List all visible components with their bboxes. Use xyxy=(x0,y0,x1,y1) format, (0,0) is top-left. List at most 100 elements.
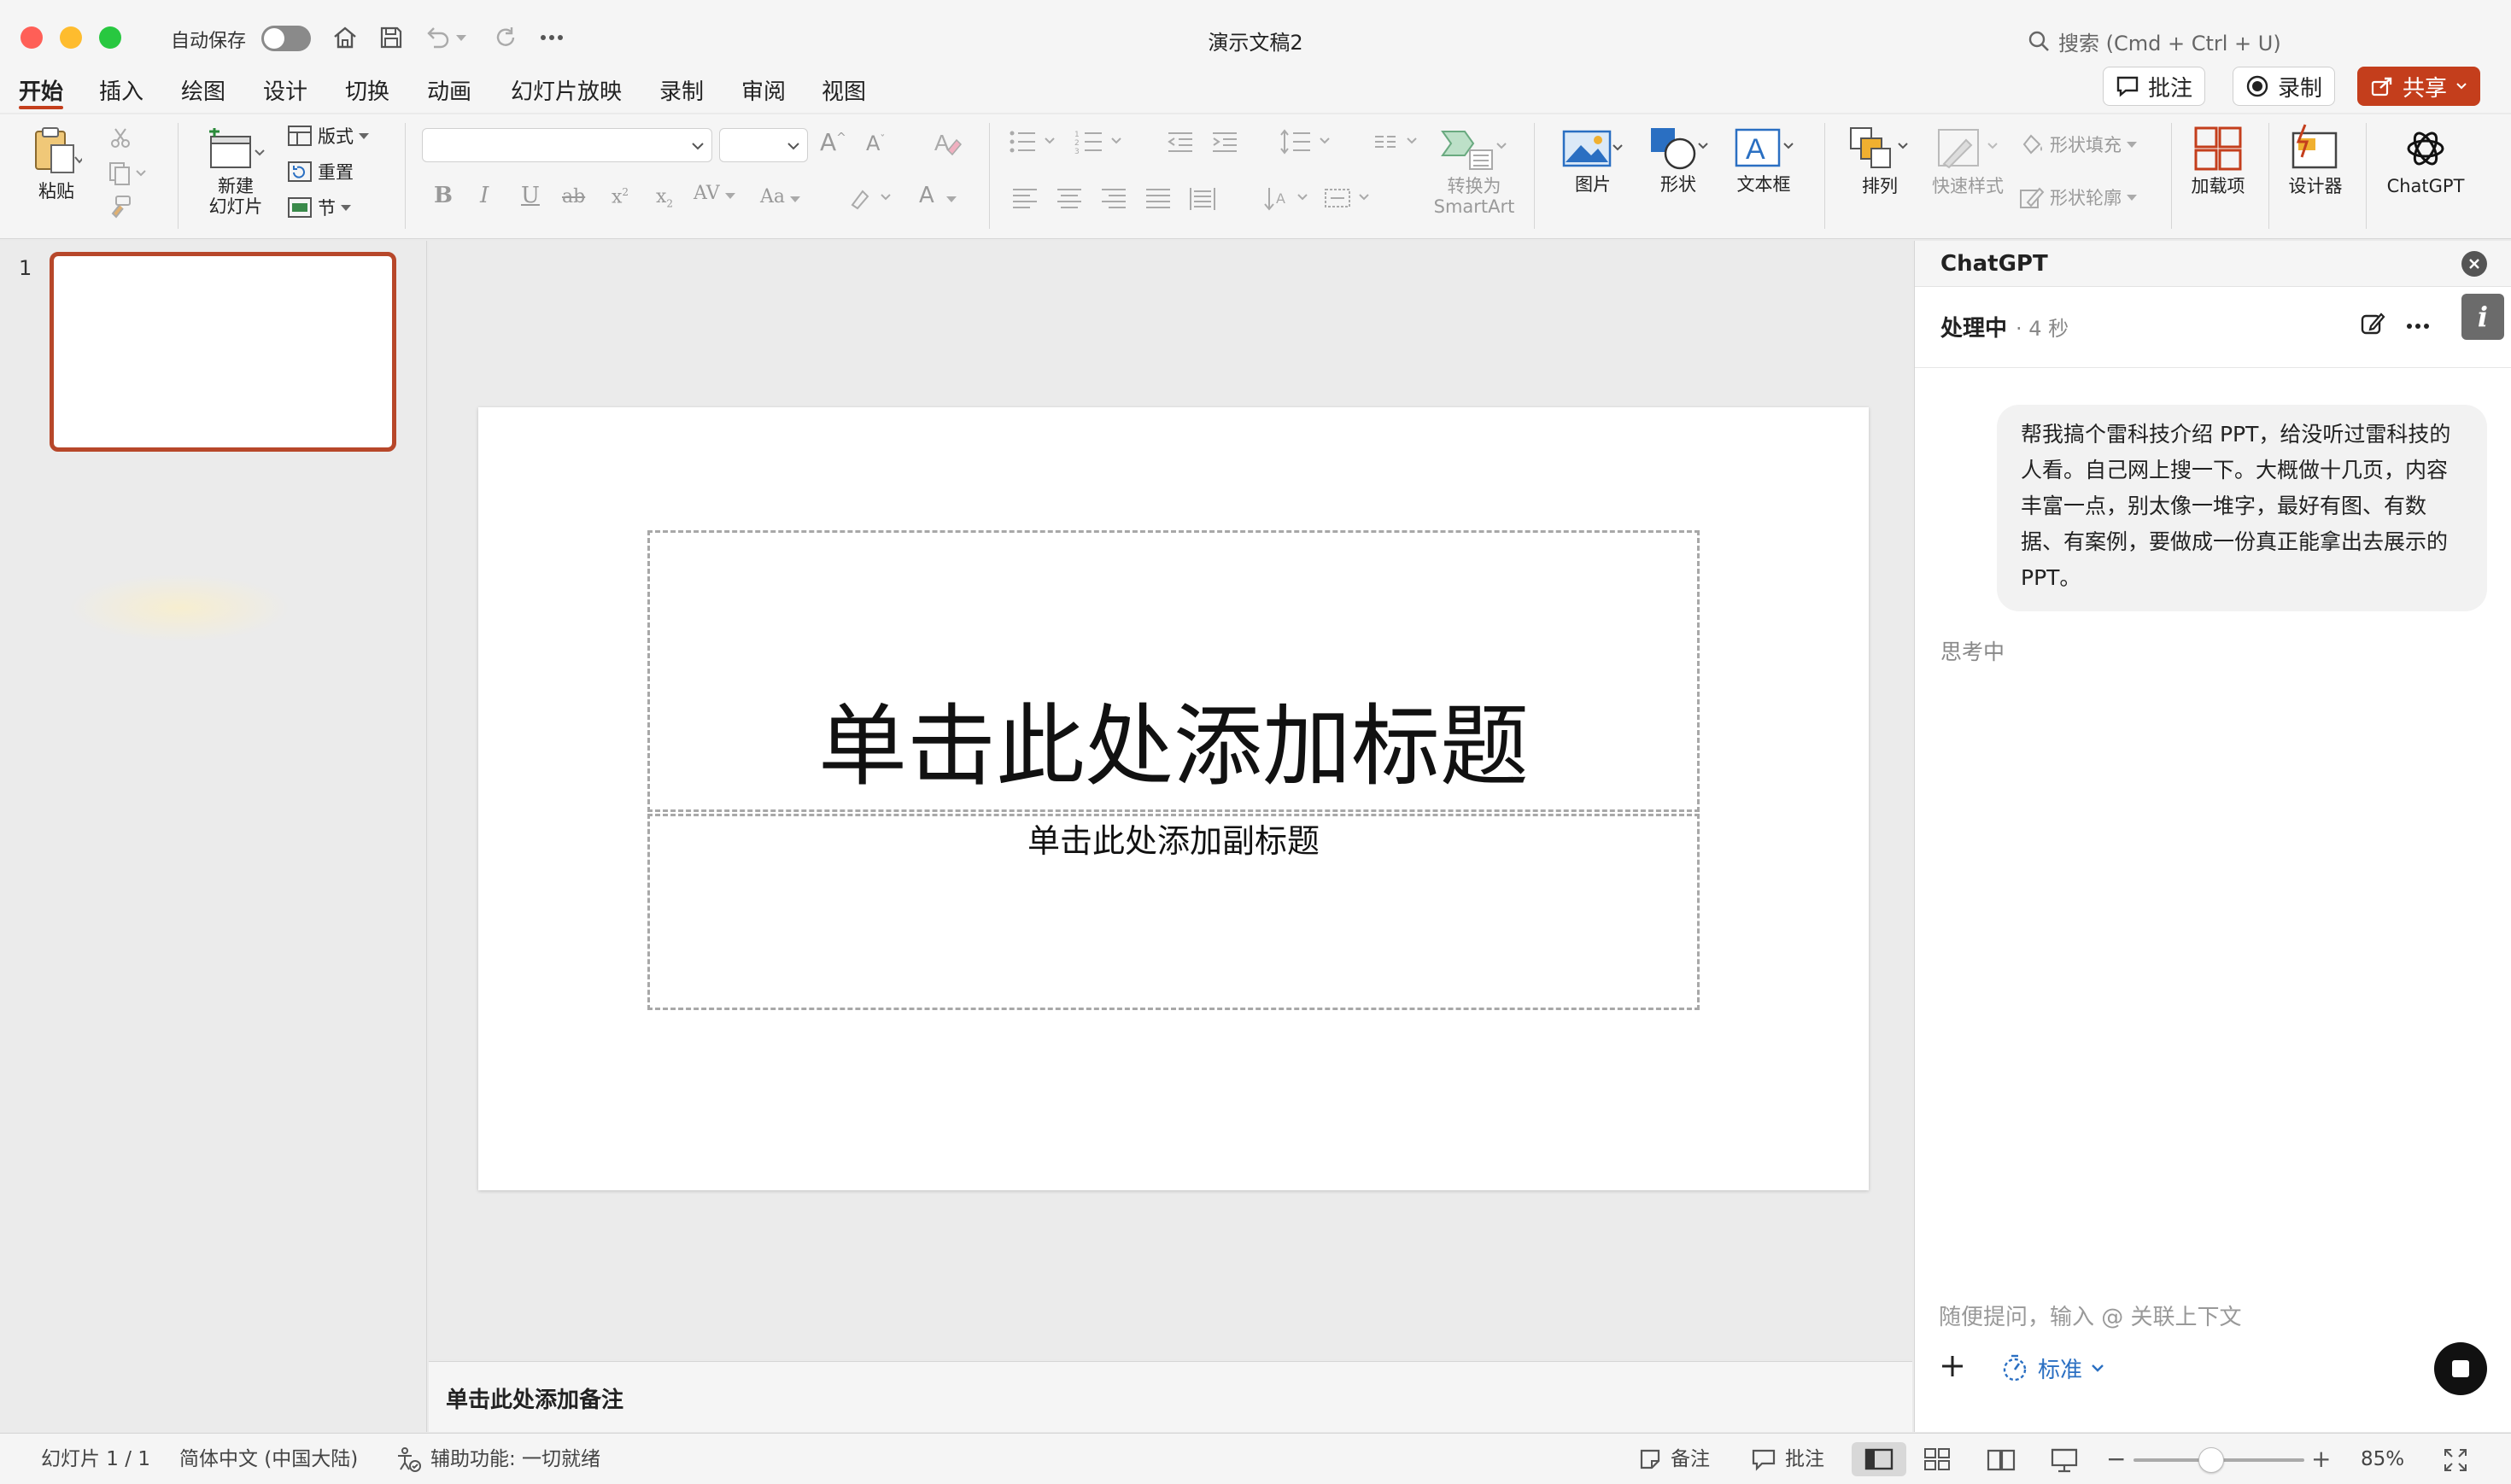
close-window-button[interactable] xyxy=(20,26,43,49)
share-button[interactable]: 共享 xyxy=(2357,67,2481,106)
shape-fill-button[interactable]: 形状填充 xyxy=(2019,131,2137,157)
highlight-icon[interactable] xyxy=(849,184,893,210)
align-text-icon[interactable] xyxy=(1322,184,1378,212)
italic-icon[interactable]: I xyxy=(480,183,489,208)
tab-draw[interactable]: 绘图 xyxy=(181,72,225,113)
tab-design[interactable]: 设计 xyxy=(263,72,307,113)
zoom-in-button[interactable]: + xyxy=(2311,1447,2331,1471)
character-spacing-icon[interactable]: AV xyxy=(694,183,735,204)
align-left-icon[interactable] xyxy=(1011,186,1039,210)
align-right-icon[interactable] xyxy=(1100,186,1127,210)
tab-insert[interactable]: 插入 xyxy=(99,72,143,113)
bold-icon[interactable]: B xyxy=(434,183,453,208)
change-case-icon[interactable]: Aa xyxy=(760,186,801,207)
subscript-icon[interactable]: x2 xyxy=(656,186,673,209)
tab-record[interactable]: 录制 xyxy=(659,72,704,113)
title-placeholder[interactable]: 单击此处添加标题 xyxy=(647,530,1700,812)
addins-button[interactable]: 加载项 xyxy=(2181,125,2255,196)
notes-pane[interactable]: 单击此处添加备注 xyxy=(429,1361,1912,1432)
close-panel-button[interactable] xyxy=(2461,251,2487,277)
accessibility-status[interactable]: 辅助功能: 一切就绪 xyxy=(395,1434,600,1484)
add-attachment-button[interactable] xyxy=(1939,1353,1966,1380)
quick-styles-button[interactable]: 快速样式 xyxy=(1927,123,2009,196)
normal-view-button[interactable] xyxy=(1852,1442,1906,1476)
increase-indent-icon[interactable] xyxy=(1211,130,1238,154)
convert-smartart-button[interactable]: 转换为 SmartArt xyxy=(1430,126,1519,217)
strikethrough-icon[interactable]: ab xyxy=(562,186,585,207)
new-chat-button[interactable] xyxy=(2359,311,2386,338)
clear-formatting-icon[interactable]: A xyxy=(933,128,962,157)
paste-button[interactable]: 粘贴 xyxy=(22,123,91,202)
tab-view[interactable]: 视图 xyxy=(822,72,866,113)
decrease-font-size-icon[interactable]: Aˇ xyxy=(866,131,885,155)
line-spacing-icon[interactable] xyxy=(1279,128,1336,155)
more-icon[interactable] xyxy=(535,20,569,55)
zoom-slider[interactable] xyxy=(2133,1447,2304,1473)
comments-button[interactable]: 批注 xyxy=(2103,67,2206,106)
tab-animations[interactable]: 动画 xyxy=(427,72,471,113)
tab-slideshow[interactable]: 幻灯片放映 xyxy=(511,72,622,113)
subtitle-placeholder[interactable]: 单击此处添加副标题 xyxy=(647,814,1700,1010)
redo-icon[interactable] xyxy=(489,20,523,55)
autosave-toggle[interactable] xyxy=(261,26,311,51)
arrange-button[interactable]: 排列 xyxy=(1841,123,1918,196)
columns-icon[interactable] xyxy=(1373,130,1423,154)
reset-button[interactable]: 重置 xyxy=(287,159,354,184)
reading-view-button[interactable] xyxy=(1987,1447,2016,1471)
fit-to-window-button[interactable] xyxy=(2443,1447,2468,1473)
cut-icon[interactable] xyxy=(109,126,132,149)
info-button[interactable]: i xyxy=(2461,294,2504,340)
mode-selector[interactable]: 标准 xyxy=(2000,1351,2104,1385)
maximize-window-button[interactable] xyxy=(99,26,121,49)
format-painter-icon[interactable] xyxy=(108,195,133,220)
designer-button[interactable]: 设计器 xyxy=(2279,123,2352,196)
picture-button[interactable]: 图片 xyxy=(1554,126,1631,195)
search-box[interactable]: 搜索 (Cmd + Ctrl + U) xyxy=(2028,26,2281,56)
font-size-select[interactable] xyxy=(719,128,808,162)
stop-generation-button[interactable] xyxy=(2434,1342,2487,1395)
slide-thumbnail[interactable] xyxy=(50,252,396,452)
text-direction-icon[interactable]: A xyxy=(1262,184,1317,212)
undo-icon[interactable] xyxy=(420,20,454,55)
notes-toggle[interactable]: 备注 xyxy=(1638,1434,1710,1484)
tab-review[interactable]: 审阅 xyxy=(741,72,786,113)
slide-sorter-button[interactable] xyxy=(1923,1447,1951,1471)
record-button[interactable]: 录制 xyxy=(2233,67,2336,106)
window-title: 演示文稿2 xyxy=(1208,31,1303,55)
language-indicator[interactable]: 简体中文 (中国大陆) xyxy=(179,1434,358,1484)
shape-outline-button[interactable]: 形状轮廓 xyxy=(2019,184,2137,210)
copy-icon[interactable] xyxy=(108,161,147,186)
font-name-select[interactable] xyxy=(422,128,712,162)
smartart-icon xyxy=(1441,131,1507,170)
shape-button[interactable]: 形状 xyxy=(1640,123,1717,195)
tab-transitions[interactable]: 切换 xyxy=(345,72,389,113)
zoom-level[interactable]: 85% xyxy=(2361,1434,2404,1484)
distributed-icon[interactable] xyxy=(1189,186,1216,212)
slide-canvas[interactable]: 单击此处添加标题 单击此处添加副标题 xyxy=(478,407,1869,1190)
save-icon[interactable] xyxy=(374,20,408,55)
chatgpt-ribbon-button[interactable]: ChatGPT xyxy=(2374,125,2477,196)
section-button[interactable]: 节 xyxy=(287,195,351,220)
superscript-icon[interactable]: x2 xyxy=(612,186,629,207)
ribbon-separator xyxy=(178,123,179,229)
comments-toggle[interactable]: 批注 xyxy=(1751,1434,1824,1484)
textbox-button[interactable]: A 文本框 xyxy=(1725,125,1802,195)
increase-font-size-icon[interactable]: A^ xyxy=(820,128,846,156)
home-icon[interactable] xyxy=(328,20,362,55)
align-center-icon[interactable] xyxy=(1056,186,1083,210)
new-slide-button[interactable]: 新建 幻灯片 xyxy=(195,125,277,217)
bullets-icon[interactable] xyxy=(1008,128,1062,155)
chat-more-button[interactable] xyxy=(2405,323,2431,330)
undo-dropdown-icon[interactable] xyxy=(453,20,470,55)
underline-icon[interactable]: U xyxy=(521,183,540,208)
decrease-indent-icon[interactable] xyxy=(1167,130,1194,154)
layout-button[interactable]: 版式 xyxy=(287,123,369,149)
minimize-window-button[interactable] xyxy=(60,26,82,49)
slideshow-view-button[interactable] xyxy=(2050,1447,2079,1473)
zoom-out-button[interactable]: − xyxy=(2106,1447,2126,1471)
chat-input[interactable]: 随便提问，输入 @ 关联上下文 xyxy=(1939,1300,2417,1331)
font-color-icon[interactable]: A xyxy=(919,183,957,208)
numbering-icon[interactable]: 123 xyxy=(1074,128,1129,155)
justify-icon[interactable] xyxy=(1144,186,1172,210)
zoom-slider-thumb[interactable] xyxy=(2198,1447,2224,1473)
